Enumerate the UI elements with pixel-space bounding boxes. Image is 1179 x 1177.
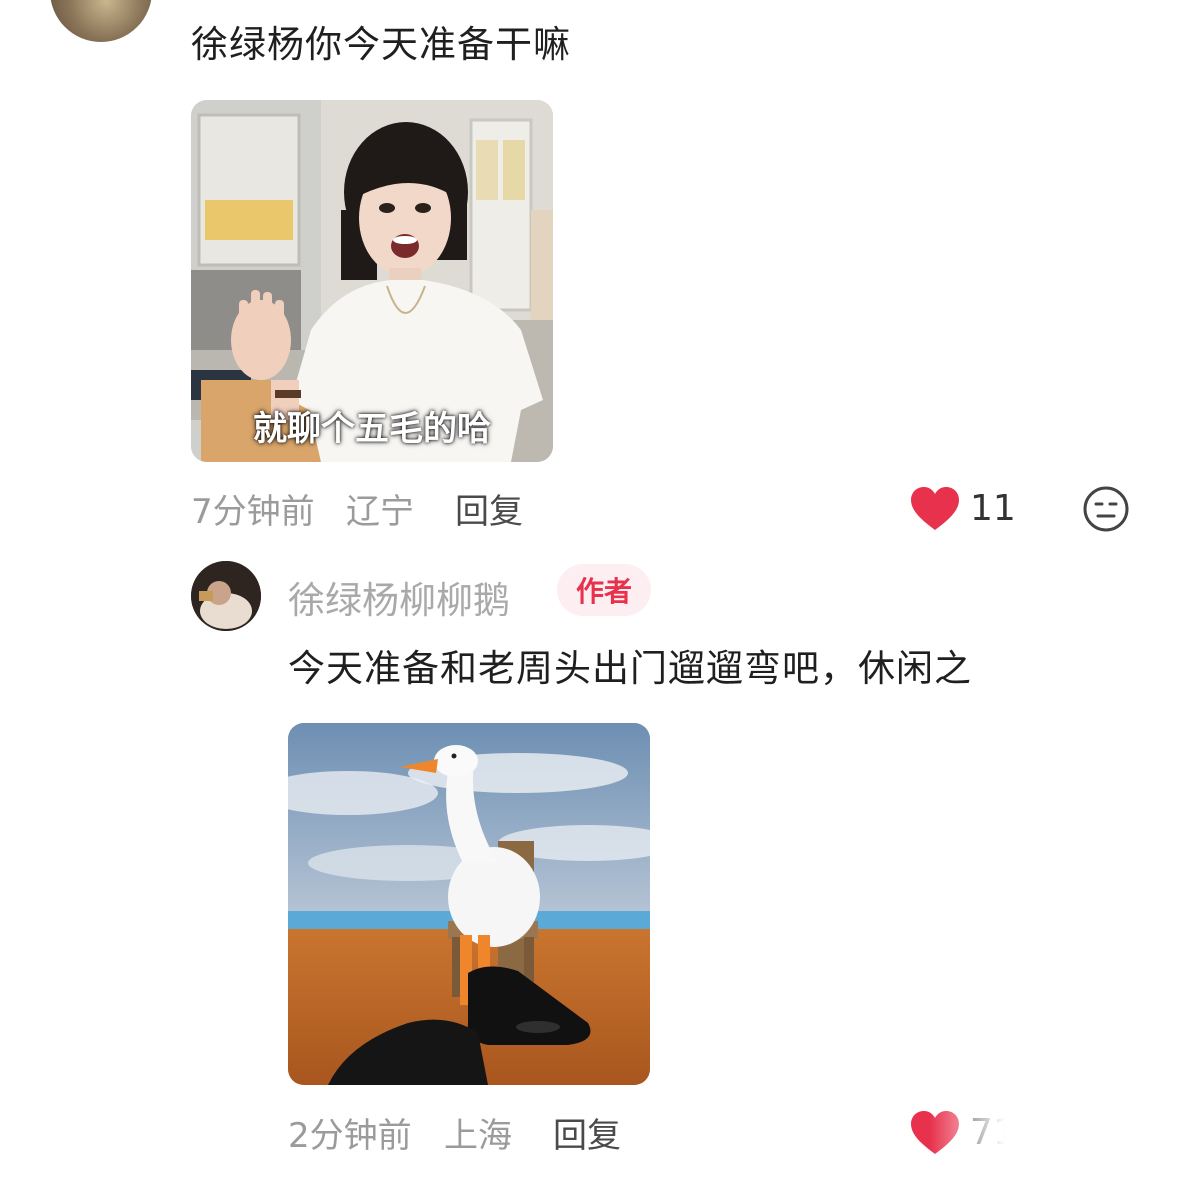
goose-photo [288, 723, 650, 1085]
image-caption: 就聊个五毛的哈 [253, 409, 491, 449]
author-avatar-image [191, 561, 261, 631]
author-name[interactable]: 徐绿杨柳柳鹅 [288, 570, 510, 624]
commenter-avatar[interactable] [50, 0, 152, 42]
comment-text: 徐绿杨你今天准备干嘛 [191, 23, 571, 66]
comment-location: 辽宁 [346, 492, 414, 532]
reply-text: 今天准备和老周头出门遛遛弯吧，休闲之 [288, 647, 972, 690]
face-emoji-icon [1083, 486, 1129, 532]
author-avatar[interactable] [191, 561, 261, 631]
reply-location: 上海 [444, 1116, 512, 1156]
comment-like-count: 11 [970, 488, 1016, 529]
comment-like-button[interactable] [910, 486, 960, 536]
heart-filled-icon [911, 487, 959, 530]
reply-time: 2分钟前 [288, 1116, 412, 1156]
watermark-overlay [930, 1105, 1179, 1177]
comment-time: 7分钟前 [191, 492, 315, 532]
comment-reply-button[interactable]: 回复 [455, 484, 523, 533]
reply-reply-button[interactable]: 回复 [553, 1108, 621, 1157]
reply-image[interactable] [288, 723, 650, 1085]
comment-image[interactable]: 就聊个五毛的哈 [191, 100, 553, 462]
author-badge: 作者 [557, 564, 651, 616]
comment-emoji-button[interactable] [1082, 485, 1130, 537]
